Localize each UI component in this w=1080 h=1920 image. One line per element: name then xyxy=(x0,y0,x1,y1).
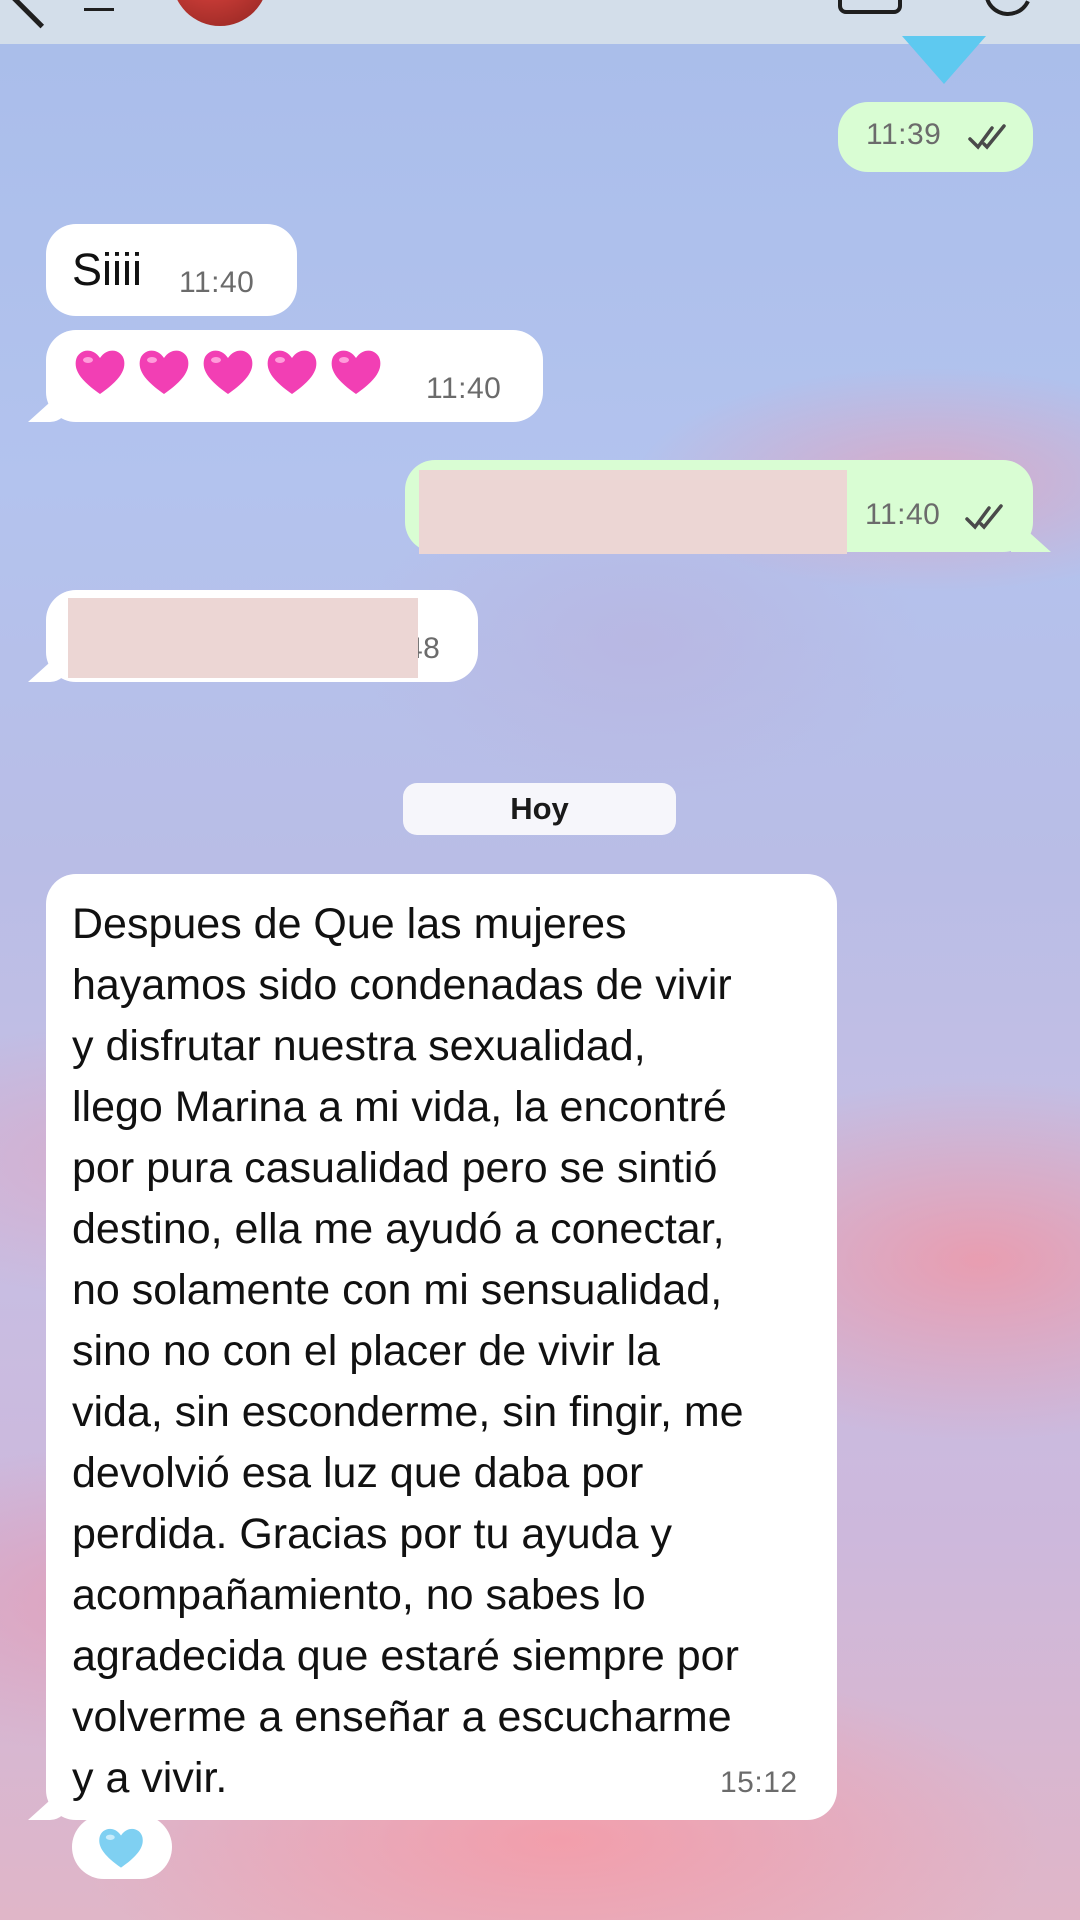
message-time: 11:40 xyxy=(865,498,941,531)
message-line: vida, sin esconderme, sin fingir, me xyxy=(72,1388,744,1436)
diamond-emoji-icon xyxy=(902,36,986,84)
chevron-left-icon[interactable] xyxy=(8,0,73,29)
lines-icon xyxy=(84,0,114,11)
chat-screen: 11:39 Siiii 11:40 11:40 11:40 48 Hoy Des… xyxy=(0,0,1080,1920)
message-line: no solamente con mi sensualidad, xyxy=(72,1266,723,1314)
incoming-message[interactable]: Siiii 11:40 xyxy=(46,224,297,316)
pink-heart-icon xyxy=(139,350,189,394)
message-line: hayamos sido condenadas de vivir xyxy=(72,961,732,1009)
pink-heart-icon xyxy=(203,350,253,394)
redacted-content xyxy=(419,470,847,554)
message-text: Siiii xyxy=(72,244,143,295)
message-line: sino no con el placer de vivir la xyxy=(72,1327,660,1375)
day-separator: Hoy xyxy=(403,783,676,835)
phone-call-icon[interactable] xyxy=(977,0,1039,23)
message-time: 11:40 xyxy=(179,266,255,299)
message-line: y disfrutar nuestra sexualidad, xyxy=(72,1022,646,1070)
pink-heart-icon xyxy=(331,350,381,394)
incoming-message-long[interactable]: Despues de Que las mujeres hayamos sido c… xyxy=(46,874,837,1820)
message-line: por pura casualidad pero se sintió xyxy=(72,1144,718,1192)
message-line: Despues de Que las mujeres xyxy=(72,900,627,948)
double-check-icon xyxy=(968,124,1006,150)
message-time: 11:40 xyxy=(426,372,502,405)
message-line: perdida. Gracias por tu ayuda y xyxy=(72,1510,672,1558)
redacted-content xyxy=(68,598,418,678)
contact-avatar[interactable] xyxy=(172,0,268,26)
double-check-icon xyxy=(965,504,1003,530)
incoming-message[interactable]: 48 xyxy=(46,590,478,682)
video-call-icon[interactable] xyxy=(838,0,902,14)
message-line: volverme a enseñar a escucharme xyxy=(72,1693,732,1741)
pink-heart-icon xyxy=(75,350,125,394)
light-blue-heart-icon xyxy=(99,1828,143,1868)
emoji-row xyxy=(72,344,392,405)
incoming-message[interactable]: 11:40 xyxy=(46,330,543,422)
message-line: llego Marina a mi vida, la encontré xyxy=(72,1083,727,1131)
outgoing-message[interactable]: 11:40 xyxy=(405,460,1033,554)
message-line: destino, ella me ayudó a conectar, xyxy=(72,1205,725,1253)
pink-heart-icon xyxy=(267,350,317,394)
outgoing-message[interactable]: 11:39 xyxy=(838,102,1033,172)
message-text: Despues de Que las mujeres hayamos sido c… xyxy=(72,894,832,1809)
message-reaction[interactable] xyxy=(72,1815,172,1879)
message-line: acompañamiento, no sabes lo xyxy=(72,1571,646,1619)
message-time: 11:39 xyxy=(866,118,942,151)
message-line: agradecida que estaré siempre por xyxy=(72,1632,739,1680)
message-line: y a vivir. xyxy=(72,1754,228,1802)
message-time: 15:12 xyxy=(720,1766,798,1799)
message-line: devolvió esa luz que daba por xyxy=(72,1449,644,1497)
